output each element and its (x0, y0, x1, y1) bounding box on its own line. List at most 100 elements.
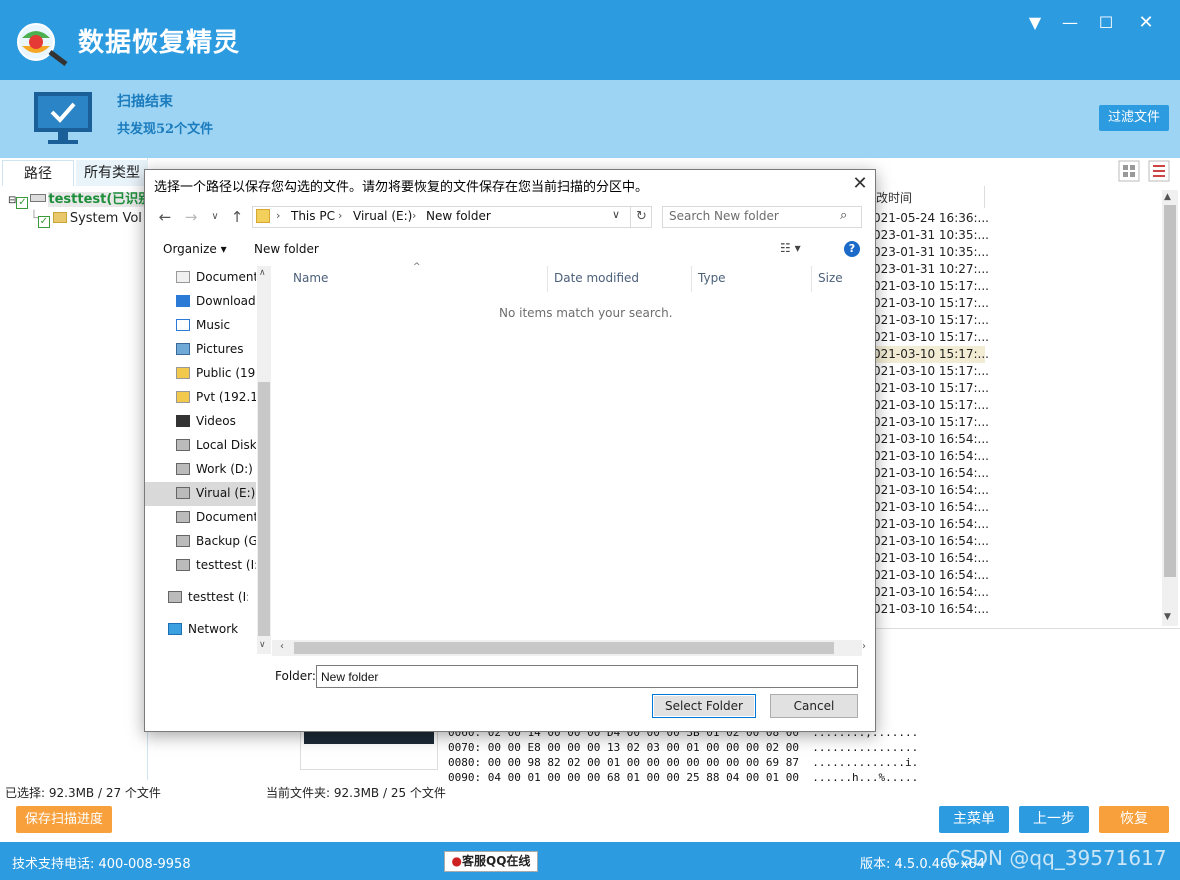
save-scan-progress-button[interactable]: 保存扫描进度 (16, 806, 112, 833)
nav-item[interactable]: Documents (176, 270, 256, 284)
refresh-icon[interactable]: ↻ (630, 206, 652, 228)
file-row-time[interactable]: 021-03-10 16:54:... (873, 550, 989, 567)
monitor-check-icon (34, 92, 92, 144)
nav-item[interactable]: Network (168, 622, 248, 636)
column-separator[interactable] (691, 266, 692, 292)
nav-scroll-thumb[interactable] (258, 382, 270, 636)
filter-files-button[interactable]: 过滤文件 (1099, 105, 1169, 131)
file-row-time[interactable]: 021-03-10 16:54:... (873, 584, 989, 601)
recent-dropdown-icon[interactable]: ∨ (204, 206, 226, 228)
new-folder-button[interactable]: New folder (254, 242, 319, 256)
menu-dropdown-icon[interactable]: ▼ (1022, 10, 1048, 36)
nav-item-label: Downloads (196, 294, 256, 308)
file-row-time[interactable]: 021-03-10 16:54:... (873, 567, 989, 584)
file-row-time[interactable]: 023-01-31 10:35:... (873, 227, 989, 244)
column-name[interactable]: Name (293, 271, 328, 285)
file-row-time[interactable]: 021-03-10 15:17:... (873, 312, 989, 329)
column-separator[interactable] (811, 266, 812, 292)
tree-child-item[interactable]: └ ✓ System Vol (30, 211, 142, 228)
qq-support-button[interactable]: ●客服QQ在线 (444, 851, 538, 872)
nav-item[interactable]: testtest (I:) (168, 590, 248, 604)
folder-name-input[interactable] (316, 665, 858, 688)
file-row-time[interactable]: 021-03-10 15:17:... (873, 278, 989, 295)
file-row-time[interactable]: 021-05-24 16:36:... (873, 210, 989, 227)
forward-arrow-icon[interactable]: → (180, 206, 202, 228)
nav-item-label: Backup (G: (196, 534, 256, 548)
breadcrumb-folder[interactable]: New folder (426, 209, 491, 223)
column-size[interactable]: Size (818, 271, 843, 285)
file-row-time[interactable]: 021-03-10 16:54:... (873, 499, 989, 516)
file-row-time[interactable]: 021-03-10 15:17:... (873, 329, 989, 346)
file-row-time[interactable]: 021-03-10 15:17:... (873, 363, 989, 380)
nav-item[interactable]: Work (D:) (176, 462, 256, 476)
scroll-left-icon[interactable]: ‹ (280, 641, 284, 652)
nav-scroll-down-icon[interactable]: ∨ (259, 640, 266, 650)
column-separator[interactable] (547, 266, 548, 292)
view-mode-icons[interactable] (1118, 160, 1172, 184)
file-row-time[interactable]: 021-03-10 16:54:... (873, 601, 989, 618)
nav-item[interactable]: Pictures (176, 342, 256, 356)
column-date-modified[interactable]: Date modified (554, 271, 639, 285)
address-dropdown-icon[interactable]: ∨ (612, 208, 620, 221)
column-modified-time[interactable]: 改时间 (876, 189, 912, 206)
main-menu-button[interactable]: 主菜单 (939, 806, 1009, 833)
recover-button[interactable]: 恢复 (1099, 806, 1169, 833)
nav-item[interactable]: testtest (I:) (176, 558, 256, 572)
file-row-time[interactable]: 021-03-10 15:17:... (873, 346, 989, 363)
nav-item[interactable]: Music (176, 318, 256, 332)
list-scroll-thumb[interactable] (1164, 205, 1176, 577)
tree-root-item[interactable]: ⊟ ✓ testtest(已识别 (8, 188, 152, 209)
nav-item[interactable]: Downloads (176, 294, 256, 308)
file-row-time[interactable]: 021-03-10 16:54:... (873, 431, 989, 448)
breadcrumb-this-pc[interactable]: This PC (291, 209, 335, 223)
drive-icon (176, 511, 190, 523)
cancel-button[interactable]: Cancel (770, 694, 858, 718)
column-type[interactable]: Type (698, 271, 726, 285)
file-row-time[interactable]: 021-03-10 16:54:... (873, 516, 989, 533)
back-arrow-icon[interactable]: ← (154, 206, 176, 228)
file-row-time[interactable]: 021-03-10 15:17:... (873, 295, 989, 312)
file-row-time[interactable]: 023-01-31 10:27:... (873, 261, 989, 278)
scroll-right-icon[interactable]: › (862, 641, 866, 652)
local-disk-icon (176, 439, 190, 451)
nav-item[interactable]: Videos (176, 414, 256, 428)
scroll-up-icon[interactable]: ▲ (1164, 192, 1171, 202)
tree-child-checkbox[interactable]: ✓ (37, 216, 50, 228)
nav-item[interactable]: Virual (E:) (176, 486, 256, 500)
breadcrumb-drive[interactable]: Virual (E:) (353, 209, 412, 223)
file-row-time[interactable]: 021-03-10 15:17:... (873, 380, 989, 397)
tab-all-types[interactable]: 所有类型 (76, 160, 148, 186)
tab-path[interactable]: 路径 (2, 160, 74, 186)
nav-item-label: testtest (I:) (188, 590, 248, 604)
qq-icon: ● (451, 854, 463, 868)
nav-scroll-up-icon[interactable]: ∧ (259, 268, 266, 278)
file-row-time[interactable]: 021-03-10 16:54:... (873, 482, 989, 499)
current-folder-info: 当前文件夹: 92.3MB / 25 个文件 (266, 786, 446, 800)
minimize-button[interactable]: — (1057, 10, 1083, 36)
file-row-time[interactable]: 021-03-10 16:54:... (873, 533, 989, 550)
tree-root-checkbox[interactable]: ✓ (16, 197, 29, 209)
view-options-icon[interactable]: ☷ ▾ (780, 241, 801, 255)
scroll-down-icon[interactable]: ▼ (1164, 612, 1171, 622)
previous-step-button[interactable]: 上一步 (1019, 806, 1089, 833)
nav-item[interactable]: Backup (G: (176, 534, 256, 548)
maximize-button[interactable]: ☐ (1093, 10, 1119, 36)
up-arrow-icon[interactable]: ↑ (226, 206, 248, 228)
horizontal-scroll-thumb[interactable] (294, 642, 834, 654)
organize-menu[interactable]: Organize ▾ (163, 242, 227, 256)
help-icon[interactable]: ? (844, 241, 860, 257)
collapse-icon[interactable]: ⊟ (8, 195, 16, 206)
nav-item[interactable]: Public (192 (176, 366, 256, 380)
file-row-time[interactable]: 021-03-10 15:17:... (873, 397, 989, 414)
file-row-time[interactable]: 021-03-10 16:54:... (873, 448, 989, 465)
file-row-time[interactable]: 021-03-10 15:17:... (873, 414, 989, 431)
nav-item[interactable]: Pvt (192.16 (176, 390, 256, 404)
file-row-time[interactable]: 021-03-10 16:54:... (873, 465, 989, 482)
search-icon[interactable]: ⌕ (840, 208, 847, 223)
close-window-button[interactable]: ✕ (1133, 10, 1159, 36)
select-folder-button[interactable]: Select Folder (652, 694, 756, 718)
file-row-time[interactable]: 023-01-31 10:35:... (873, 244, 989, 261)
nav-item[interactable]: Local Disk (176, 438, 256, 452)
dialog-close-icon[interactable]: ✕ (848, 172, 872, 196)
nav-item[interactable]: Documents (176, 510, 256, 524)
